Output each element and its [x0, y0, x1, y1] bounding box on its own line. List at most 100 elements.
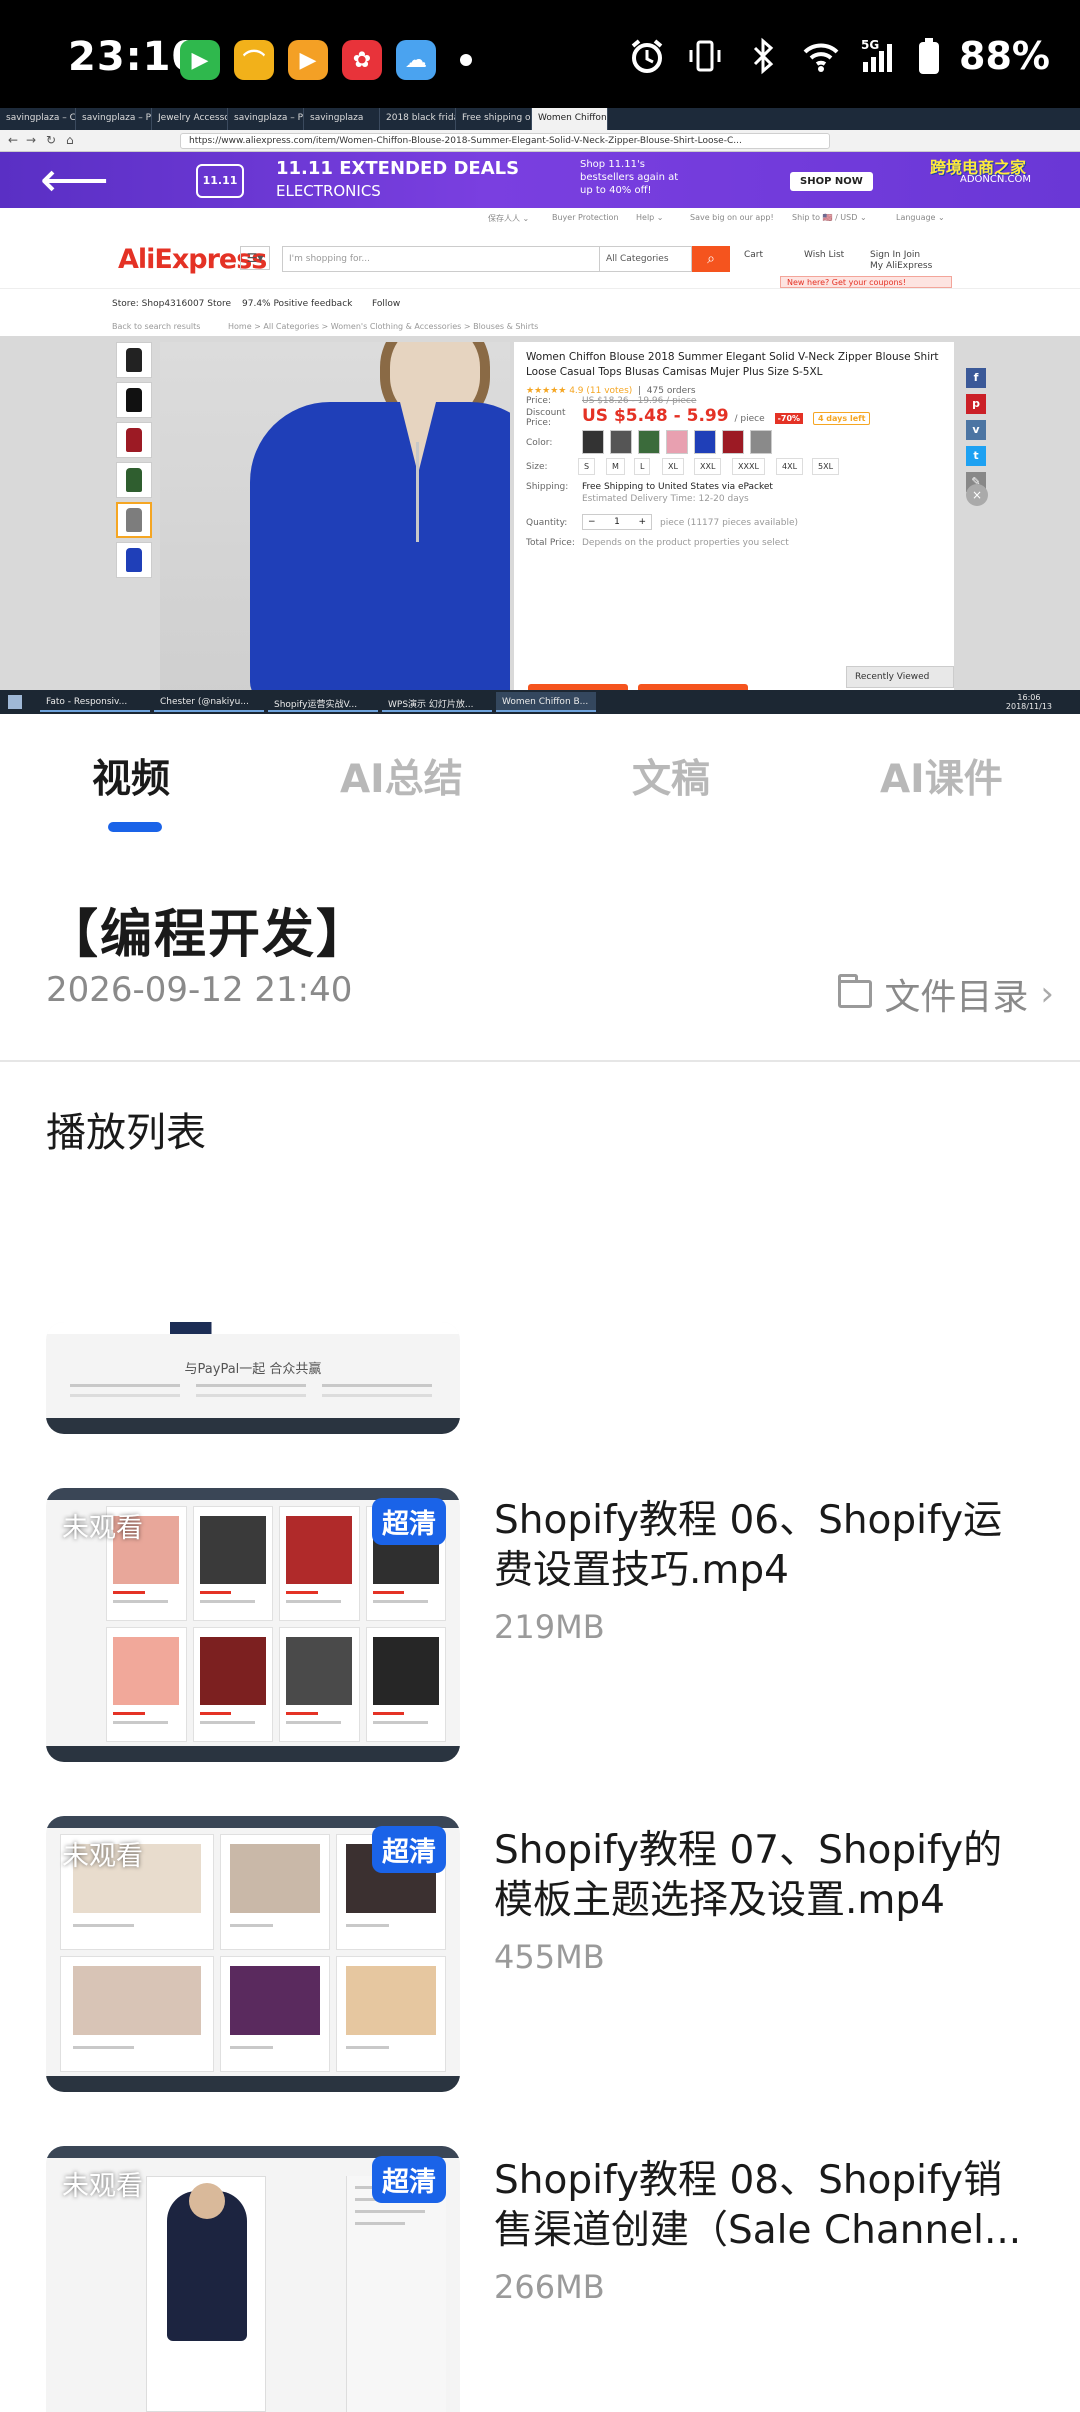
size-option: XXXL	[732, 458, 765, 475]
color-swatch	[750, 430, 772, 454]
browser-tab: 2018 black friday	[380, 108, 456, 130]
util-link: Save big on our app!	[690, 213, 774, 222]
taskbar-item: Women Chiffon B...	[496, 692, 596, 712]
windows-taskbar: Fato - Responsiv... Chester (@nakiyu... …	[0, 690, 1080, 714]
color-label: Color:	[526, 438, 553, 448]
playlist-item-title[interactable]: Shopify教程 08、Shopify销售渠道创建（Sale Channel.…	[494, 2156, 1034, 2256]
directory-link[interactable]: 文件目录 ›	[838, 968, 1054, 1020]
playlist-item-thumbnail[interactable]: 未观看 超清	[46, 1488, 460, 1762]
weather-icon: ☁	[396, 40, 436, 80]
cart-link: Cart	[744, 250, 764, 260]
facebook-icon: f	[966, 368, 986, 388]
discount-badge: -70%	[774, 413, 804, 424]
banner-subtext: Shop 11.11's bestsellers again at up to …	[580, 159, 679, 196]
tab-ai-summary[interactable]: AI总结	[340, 748, 463, 804]
vibrate-icon	[689, 40, 721, 72]
days-left-badge: 4 days left	[812, 412, 871, 425]
shop-now-button: SHOP NOW	[790, 172, 873, 191]
tab-ai-courseware[interactable]: AI课件	[880, 748, 1003, 804]
browser-tab: savingplaza – Cust	[0, 108, 76, 130]
browser-tab: savingplaza – Pay	[228, 108, 304, 130]
more-notifications-icon	[460, 54, 472, 66]
util-link: Buyer Protection	[552, 213, 619, 222]
color-swatch	[666, 430, 688, 454]
product-rating: ★★★★★ 4.9 (11 votes) | 475 orders	[526, 386, 696, 396]
browser-address-bar: ← → ↻ ⌂ https://www.aliexpress.com/item/…	[0, 130, 1080, 152]
discount-label: Discount Price:	[526, 408, 566, 428]
back-arrow-icon: ⟵	[40, 152, 109, 208]
util-link: Language ⌄	[896, 213, 945, 222]
size-option: XXL	[694, 458, 722, 475]
site-header: AliExpress ☰▾ I'm shopping for... All Ca…	[0, 228, 1080, 288]
playlist-item-thumbnail[interactable]: 未观看 超清	[46, 1816, 460, 2092]
color-swatch	[582, 430, 604, 454]
app-notification-icon: ▶	[288, 40, 328, 80]
svg-text:5G: 5G	[861, 38, 879, 52]
playlist-title: 播放列表	[46, 1110, 206, 1156]
menu-icon: ☰▾	[240, 246, 270, 270]
size-option: L	[634, 458, 651, 475]
banner-deal: 11.11 EXTENDED DEALS	[276, 158, 520, 179]
active-tab-indicator	[108, 822, 162, 832]
product-orders: 475 orders	[646, 386, 696, 396]
browser-tab: savingplaza – Pro	[76, 108, 152, 130]
signin-link: Sign In Join My AliExpress	[870, 250, 933, 271]
product-thumbnail	[116, 542, 152, 578]
product-thumbnail	[116, 502, 152, 538]
home-icon: ⌂	[66, 133, 74, 147]
size-option: 5XL	[812, 458, 840, 475]
shipping-info: Free Shipping to United States via ePack…	[582, 482, 773, 492]
browser-tab: savingplaza	[304, 108, 380, 130]
price-label: Price:	[526, 396, 551, 406]
playlist-item-size: 219MB	[494, 1608, 605, 1646]
page-title: 【编程开发】	[46, 905, 371, 965]
color-swatch	[722, 430, 744, 454]
bluetooth-icon	[753, 37, 774, 75]
tab-video[interactable]: 视频	[92, 748, 170, 804]
store-follow: Follow	[372, 299, 401, 309]
product-thumbnails	[116, 342, 156, 582]
page-date: 2026-09-12 21:40	[46, 970, 353, 1010]
playlist-item-title-text: Shopify教程 08、Shopify销售渠道创建（Sale Channel.…	[494, 2158, 1022, 2253]
delivery-info: Estimated Delivery Time: 12-20 days	[582, 494, 749, 504]
unwatched-label: 未观看	[62, 2171, 143, 2202]
url-field: https://www.aliexpress.com/item/Women-Ch…	[180, 133, 830, 149]
size-option: M	[606, 458, 625, 475]
banner-category: ELECTRONICS	[276, 182, 381, 200]
product-info: Women Chiffon Blouse 2018 Summer Elegant…	[514, 342, 954, 702]
tab-transcript[interactable]: 文稿	[632, 748, 710, 804]
utility-links: 保存人人 ⌄ Buyer Protection Help ⌄ Save big …	[0, 208, 1080, 228]
playlist-item-thumbnail[interactable]: 未观看 超清	[46, 2146, 460, 2412]
forward-arrow-icon: →	[26, 133, 37, 147]
app-notification-icon: ⌒	[234, 40, 274, 80]
taskbar-item: Chester (@nakiyu...	[154, 692, 264, 712]
unwatched-label: 未观看	[62, 1513, 143, 1544]
taskbar-clock: 16:06 2018/11/13	[1005, 693, 1052, 711]
quantity-note: piece (11177 pieces available)	[660, 518, 799, 528]
playlist-item-title[interactable]: Shopify教程 07、Shopify的模板主题选择及设置.mp4	[494, 1826, 1034, 1926]
video-player[interactable]: savingplaza – Cust savingplaza – Pro Jew…	[0, 108, 1080, 714]
close-icon: ×	[966, 484, 988, 506]
color-swatch	[694, 430, 716, 454]
pinterest-icon: p	[966, 394, 986, 414]
hd-badge: 超清	[372, 2156, 446, 2203]
browser-tab-strip: savingplaza – Cust savingplaza – Pro Jew…	[0, 108, 1080, 130]
coupon-bar: New here? Get your coupons!	[780, 276, 952, 288]
directory-label: 文件目录	[884, 977, 1029, 1018]
product-title: Women Chiffon Blouse 2018 Summer Elegant…	[526, 351, 939, 378]
notification-icons: ▶ ⌒ ▶ ✿ ☁	[180, 40, 472, 80]
chevron-right-icon: ›	[1040, 974, 1054, 1014]
alarm-icon	[631, 39, 663, 73]
battery-icon	[919, 38, 940, 74]
windows-start-icon	[8, 695, 22, 709]
color-swatch	[638, 430, 660, 454]
playlist-item-title[interactable]: Shopify教程 06、Shopify运费设置技巧.mp4	[494, 1496, 1034, 1596]
status-bar: 23:10 ▶ ⌒ ▶ ✿ ☁ 5G 88%	[0, 0, 1080, 108]
share-icons: f p v t ✎	[966, 368, 986, 498]
store-row: Store: Shop4316007 Store 97.4% Positive …	[0, 288, 1080, 318]
status-right: 5G 88%	[627, 34, 1050, 78]
util-link: Help ⌄	[636, 213, 664, 222]
reload-icon: ↻	[46, 133, 57, 147]
playlist-item-thumbnail[interactable]: 与PayPal一起 合众共赢	[46, 1322, 460, 1434]
unwatched-label: 未观看	[62, 1841, 143, 1872]
